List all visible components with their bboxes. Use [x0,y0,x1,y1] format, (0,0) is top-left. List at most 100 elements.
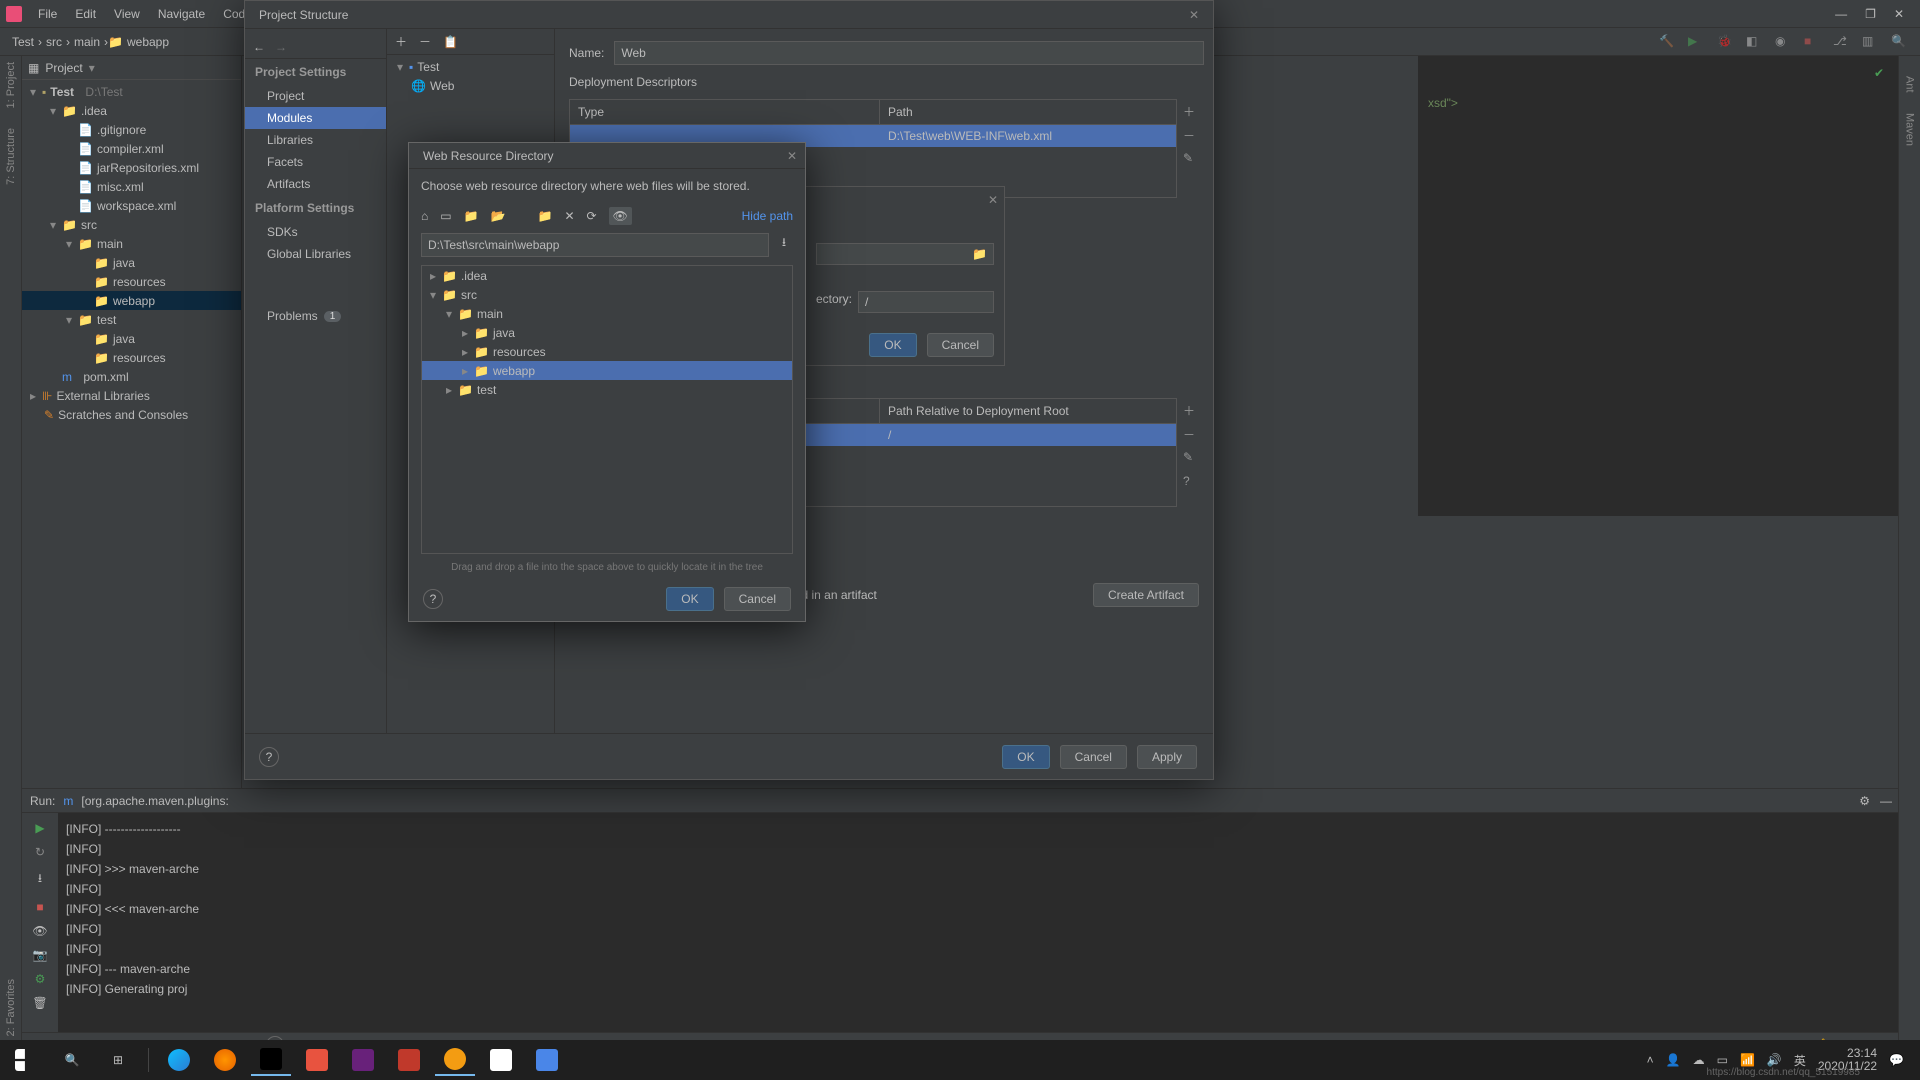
run-gear-icon[interactable]: ⚙ [35,972,46,986]
create-artifact-button[interactable]: Create Artifact [1093,583,1199,607]
facet-web[interactable]: 🌐Web [389,76,552,95]
home-icon[interactable]: ⌂ [421,209,428,223]
app-flag-icon[interactable] [389,1044,429,1076]
cat-libraries[interactable]: Libraries [245,129,386,151]
tree-ext-libs[interactable]: External Libraries [56,389,149,403]
edit-wr-icon[interactable]: ✎ [1183,450,1199,466]
cat-artifacts[interactable]: Artifacts [245,173,386,195]
help-wr-icon[interactable]: ? [1183,474,1199,490]
edge-icon[interactable] [159,1044,199,1076]
wrd2-ok-button[interactable]: OK [869,333,916,357]
run-trash-icon[interactable]: 🗑 [32,996,47,1010]
remove-dd-icon[interactable]: － [1183,127,1199,143]
tool-maven-tab[interactable]: Maven [1904,113,1916,146]
col-path-rel[interactable]: Path Relative to Deployment Root [880,399,1176,423]
ps-ok-button[interactable]: OK [1002,745,1049,769]
edit-dd-icon[interactable]: ✎ [1183,151,1199,167]
tool-ant-tab[interactable]: Ant [1904,76,1916,93]
chooser-close-icon[interactable]: ✕ [787,149,797,163]
tree-gitignore[interactable]: .gitignore [97,123,146,137]
ch-main[interactable]: main [477,307,503,321]
stop2-icon[interactable]: ■ [36,900,43,914]
tool-favorites-tab[interactable]: 2: Favorites [5,979,17,1036]
tray-wifi-icon[interactable]: 📶 [1740,1053,1755,1067]
tray-volume-icon[interactable]: 🔊 [1767,1053,1782,1067]
path-dropdown-icon[interactable]: ⭳ [775,233,793,257]
tray-people-icon[interactable]: 👤 [1666,1053,1681,1067]
tree-resources[interactable]: resources [113,275,166,289]
back-icon[interactable]: ← [253,40,265,54]
tree-src[interactable]: src [81,218,97,232]
ps-titlebar[interactable]: Project Structure ✕ [245,1,1213,29]
app-h-icon[interactable] [297,1044,337,1076]
run-stop-small-icon[interactable]: ↻ [35,845,45,859]
wrd2-browse-input[interactable]: 📁 [816,243,994,265]
run-config-name[interactable]: [org.apache.maven.plugins: [81,794,228,808]
tree-workspace[interactable]: workspace.xml [97,199,176,213]
tray-onedrive-icon[interactable]: ☁ [1693,1053,1705,1067]
rerun-icon[interactable]: ▶ [35,821,44,835]
remove-wr-icon[interactable]: － [1183,426,1199,442]
add-module-icon[interactable]: ＋ [395,33,407,50]
coverage-icon[interactable]: ◧ [1746,34,1761,49]
win-minimize-icon[interactable]: — [1835,7,1847,21]
tree-pom[interactable]: pom.xml [83,370,128,384]
run-cam-icon[interactable]: 📷 [33,948,48,962]
cat-facets[interactable]: Facets [245,151,386,173]
wps-icon[interactable] [527,1044,567,1076]
copy-module-icon[interactable]: 📋 [443,35,458,49]
show-hidden-icon[interactable]: 👁 [609,207,632,225]
tree-root[interactable]: Test [50,85,74,99]
col-path[interactable]: Path [880,100,1176,124]
run-hide-icon[interactable]: — [1880,794,1892,808]
project-dir-icon[interactable]: 📁 [464,209,479,223]
tool-structure-tab[interactable]: 7: Structure [5,128,17,185]
cat-modules[interactable]: Modules [245,107,386,129]
profiler-icon[interactable]: ◉ [1775,34,1790,49]
fwd-icon[interactable]: → [275,40,287,54]
name-input[interactable]: Web [614,41,1204,65]
hide-path-link[interactable]: Hide path [742,209,793,223]
cat-problems[interactable]: Problems 1 [245,305,386,327]
module-test[interactable]: ▾▪Test [389,57,552,76]
refresh-icon[interactable]: ⟳ [587,209,597,223]
win-maximize-icon[interactable]: ❐ [1865,7,1876,21]
wrd2-close-icon[interactable]: ✕ [988,193,998,207]
wrd2-cancel-button[interactable]: Cancel [927,333,994,357]
ch-src[interactable]: src [461,288,477,302]
run-console[interactable]: [INFO] ------------------- [INFO] [INFO]… [58,813,1898,1032]
new-folder-icon[interactable]: 📁 [538,209,553,223]
debug-icon[interactable]: 🐞 [1717,34,1732,49]
git-icon[interactable]: ⎇ [1833,34,1848,49]
col-type[interactable]: Type [570,100,880,124]
project-header[interactable]: ▦Project▾ [22,56,241,80]
ch-idea[interactable]: .idea [461,269,487,283]
ps-apply-button[interactable]: Apply [1137,745,1197,769]
ch-webapp[interactable]: webapp [493,364,535,378]
tray-chevron-icon[interactable]: ˄ [1647,1053,1654,1067]
tree-idea[interactable]: .idea [81,104,107,118]
tree-main[interactable]: main [97,237,123,251]
tree-java[interactable]: java [113,256,135,270]
run-down-icon[interactable]: ⭳ [38,869,42,890]
run-icon[interactable]: ▶ [1688,34,1703,49]
browse-icon[interactable]: 📁 [972,247,987,261]
build-icon[interactable]: 🔨 [1659,34,1674,49]
settings-icon[interactable]: ▥ [1862,34,1877,49]
menu-view[interactable]: View [106,4,148,24]
breadcrumb-main[interactable]: main [70,33,104,51]
task-view-button[interactable]: ⊞ [98,1044,138,1076]
tree-webapp[interactable]: webapp [113,294,155,308]
ch-test[interactable]: test [477,383,496,397]
desktop-icon[interactable]: ▭ [440,209,451,223]
menu-edit[interactable]: Edit [67,4,104,24]
intellij-icon[interactable] [251,1044,291,1076]
menu-file[interactable]: File [30,4,65,24]
chooser-ok-button[interactable]: OK [666,587,713,611]
tray-battery-icon[interactable]: ▭ [1717,1053,1728,1067]
add-dd-icon[interactable]: ＋ [1183,103,1199,119]
cat-project[interactable]: Project [245,85,386,107]
ch-resources[interactable]: resources [493,345,546,359]
remove-module-icon[interactable]: － [419,33,431,50]
ps-close-icon[interactable]: ✕ [1183,6,1205,24]
